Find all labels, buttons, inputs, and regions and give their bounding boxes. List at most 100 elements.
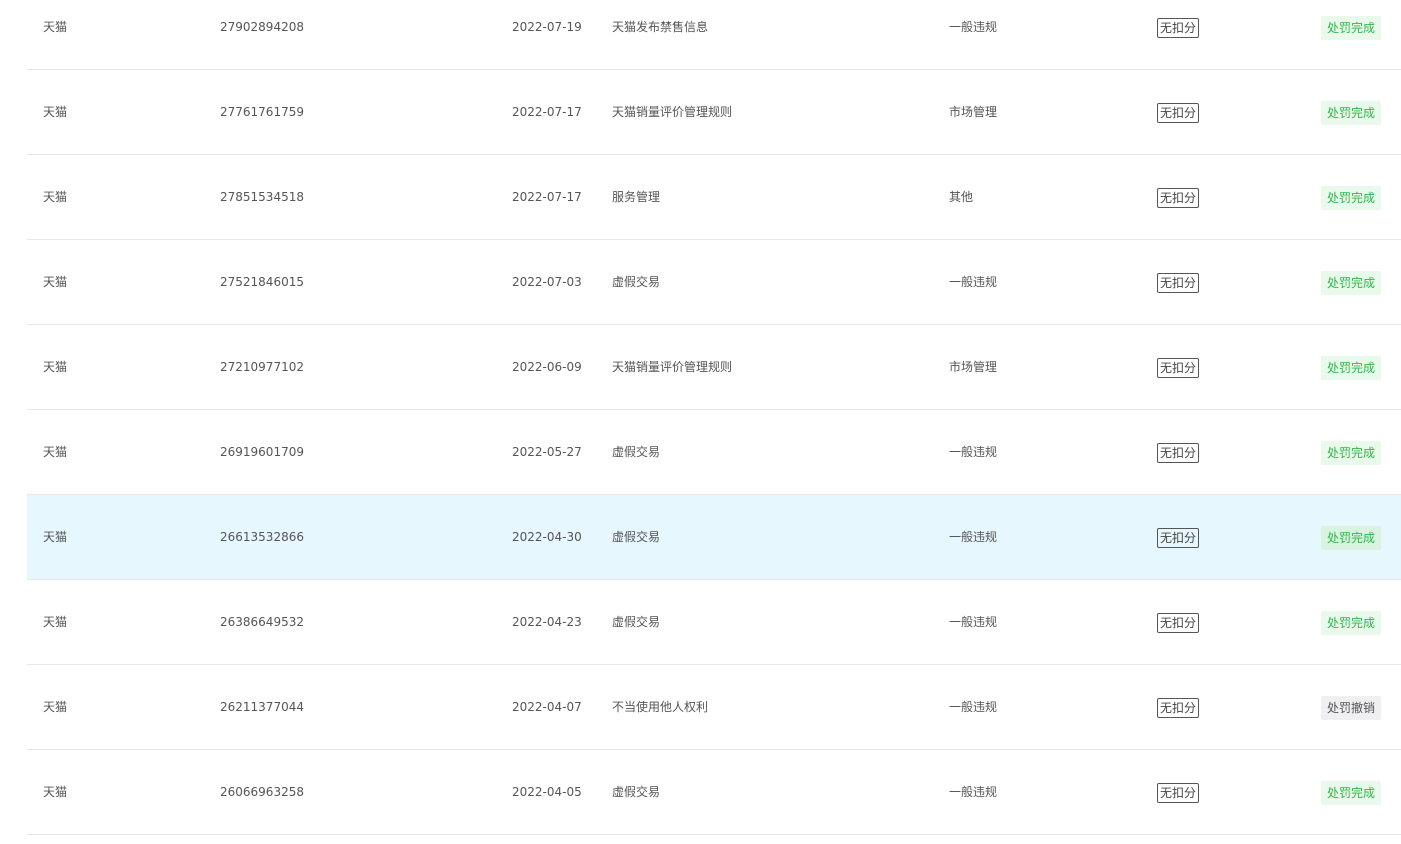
score-cell: 无扣分 xyxy=(1157,155,1200,239)
record-id-cell: 26919601709 xyxy=(220,445,304,459)
violation-type-cell: 一般违规 xyxy=(949,615,998,629)
score-cell: 无扣分 xyxy=(1157,0,1200,69)
score-cell: 无扣分 xyxy=(1157,750,1200,834)
date-cell: 2022-04-05 xyxy=(512,785,582,799)
status-cell: 处罚完成 xyxy=(1321,580,1382,664)
score-tag: 无扣分 xyxy=(1157,272,1200,293)
status-cell: 处罚完成 xyxy=(1321,495,1382,579)
platform-cell: 天猫 xyxy=(43,105,68,119)
record-id-cell: 26613532866 xyxy=(220,530,304,544)
table-row[interactable]: 天猫 26386649532 2022-04-23 虚假交易 一般违规 无扣分 … xyxy=(27,580,1401,665)
platform-cell: 天猫 xyxy=(43,785,68,799)
platform-cell: 天猫 xyxy=(43,445,68,459)
platform-cell: 天猫 xyxy=(43,190,68,204)
table-row[interactable]: 天猫 27851534518 2022-07-17 服务管理 其他 无扣分 处罚… xyxy=(27,155,1401,240)
score-tag: 无扣分 xyxy=(1157,612,1200,633)
status-badge: 处罚完成 xyxy=(1321,610,1382,635)
status-cell: 处罚撤销 xyxy=(1321,665,1382,749)
table-row[interactable]: 天猫 27210977102 2022-06-09 天猫销量评价管理规则 市场管… xyxy=(27,325,1401,410)
platform-cell: 天猫 xyxy=(43,20,68,34)
date-cell: 2022-07-17 xyxy=(512,190,582,204)
score-cell: 无扣分 xyxy=(1157,580,1200,664)
violation-reason-cell: 天猫销量评价管理规则 xyxy=(612,105,733,119)
score-tag: 无扣分 xyxy=(1157,357,1200,378)
record-id-cell: 26211377044 xyxy=(220,700,304,714)
violation-type-cell: 一般违规 xyxy=(949,530,998,544)
table-row[interactable]: 天猫 26919601709 2022-05-27 虚假交易 一般违规 无扣分 … xyxy=(27,410,1401,495)
score-cell: 无扣分 xyxy=(1157,495,1200,579)
score-cell: 无扣分 xyxy=(1157,410,1200,494)
status-cell: 处罚完成 xyxy=(1321,70,1382,154)
violation-type-cell: 市场管理 xyxy=(949,360,998,374)
table-row[interactable]: 天猫 27521846015 2022-07-03 虚假交易 一般违规 无扣分 … xyxy=(27,240,1401,325)
platform-cell: 天猫 xyxy=(43,615,68,629)
score-tag: 无扣分 xyxy=(1157,697,1200,718)
violation-type-cell: 其他 xyxy=(949,190,974,204)
violation-type-cell: 一般违规 xyxy=(949,20,998,34)
date-cell: 2022-06-09 xyxy=(512,360,582,374)
platform-cell: 天猫 xyxy=(43,360,68,374)
score-tag: 无扣分 xyxy=(1157,782,1200,803)
status-badge: 处罚完成 xyxy=(1321,100,1382,125)
record-id-cell: 27761761759 xyxy=(220,105,304,119)
violation-reason-cell: 天猫发布禁售信息 xyxy=(612,20,709,34)
record-id-cell: 27902894208 xyxy=(220,20,304,34)
table-row[interactable]: 天猫 27761761759 2022-07-17 天猫销量评价管理规则 市场管… xyxy=(27,70,1401,155)
table-row[interactable]: 天猫 26066963258 2022-04-05 虚假交易 一般违规 无扣分 … xyxy=(27,750,1401,835)
score-cell: 无扣分 xyxy=(1157,70,1200,154)
date-cell: 2022-04-23 xyxy=(512,615,582,629)
record-id-cell: 26386649532 xyxy=(220,615,304,629)
score-cell: 无扣分 xyxy=(1157,665,1200,749)
date-cell: 2022-07-03 xyxy=(512,275,582,289)
status-badge: 处罚完成 xyxy=(1321,780,1382,805)
date-cell: 2022-07-17 xyxy=(512,105,582,119)
table-row[interactable]: 天猫 27902894208 2022-07-19 天猫发布禁售信息 一般违规 … xyxy=(27,0,1401,70)
date-cell: 2022-07-19 xyxy=(512,20,582,34)
violation-reason-cell: 天猫销量评价管理规则 xyxy=(612,360,733,374)
status-cell: 处罚完成 xyxy=(1321,0,1382,69)
status-cell: 处罚完成 xyxy=(1321,155,1382,239)
table-row-hovered[interactable]: 天猫 26613532866 2022-04-30 虚假交易 一般违规 无扣分 … xyxy=(27,495,1401,580)
platform-cell: 天猫 xyxy=(43,700,68,714)
status-cell: 处罚完成 xyxy=(1321,410,1382,494)
status-badge: 处罚完成 xyxy=(1321,355,1382,380)
status-badge: 处罚撤销 xyxy=(1321,695,1382,720)
violation-reason-cell: 不当使用他人权利 xyxy=(612,700,709,714)
record-id-cell: 27851534518 xyxy=(220,190,304,204)
status-badge: 处罚完成 xyxy=(1321,270,1382,295)
violation-reason-cell: 虚假交易 xyxy=(612,530,661,544)
violation-reason-cell: 虚假交易 xyxy=(612,445,661,459)
table-row[interactable]: 天猫 26211377044 2022-04-07 不当使用他人权利 一般违规 … xyxy=(27,665,1401,750)
status-badge: 处罚完成 xyxy=(1321,440,1382,465)
violation-reason-cell: 服务管理 xyxy=(612,190,661,204)
violation-reason-cell: 虚假交易 xyxy=(612,615,661,629)
violation-type-cell: 一般违规 xyxy=(949,700,998,714)
score-tag: 无扣分 xyxy=(1157,527,1200,548)
violation-reason-cell: 虚假交易 xyxy=(612,275,661,289)
violation-reason-cell: 虚假交易 xyxy=(612,785,661,799)
record-id-cell: 27210977102 xyxy=(220,360,304,374)
status-cell: 处罚完成 xyxy=(1321,240,1382,324)
record-id-cell: 26066963258 xyxy=(220,785,304,799)
violation-type-cell: 一般违规 xyxy=(949,275,998,289)
status-badge: 处罚完成 xyxy=(1321,525,1382,550)
score-cell: 无扣分 xyxy=(1157,240,1200,324)
score-tag: 无扣分 xyxy=(1157,17,1200,38)
date-cell: 2022-04-30 xyxy=(512,530,582,544)
status-cell: 处罚完成 xyxy=(1321,750,1382,834)
score-tag: 无扣分 xyxy=(1157,442,1200,463)
status-cell: 处罚完成 xyxy=(1321,325,1382,409)
violation-type-cell: 市场管理 xyxy=(949,105,998,119)
score-tag: 无扣分 xyxy=(1157,102,1200,123)
record-id-cell: 27521846015 xyxy=(220,275,304,289)
penalty-records-table: 天猫 27902894208 2022-07-19 天猫发布禁售信息 一般违规 … xyxy=(27,0,1401,835)
platform-cell: 天猫 xyxy=(43,275,68,289)
score-cell: 无扣分 xyxy=(1157,325,1200,409)
violation-type-cell: 一般违规 xyxy=(949,785,998,799)
status-badge: 处罚完成 xyxy=(1321,15,1382,40)
violation-type-cell: 一般违规 xyxy=(949,445,998,459)
date-cell: 2022-05-27 xyxy=(512,445,582,459)
score-tag: 无扣分 xyxy=(1157,187,1200,208)
status-badge: 处罚完成 xyxy=(1321,185,1382,210)
date-cell: 2022-04-07 xyxy=(512,700,582,714)
